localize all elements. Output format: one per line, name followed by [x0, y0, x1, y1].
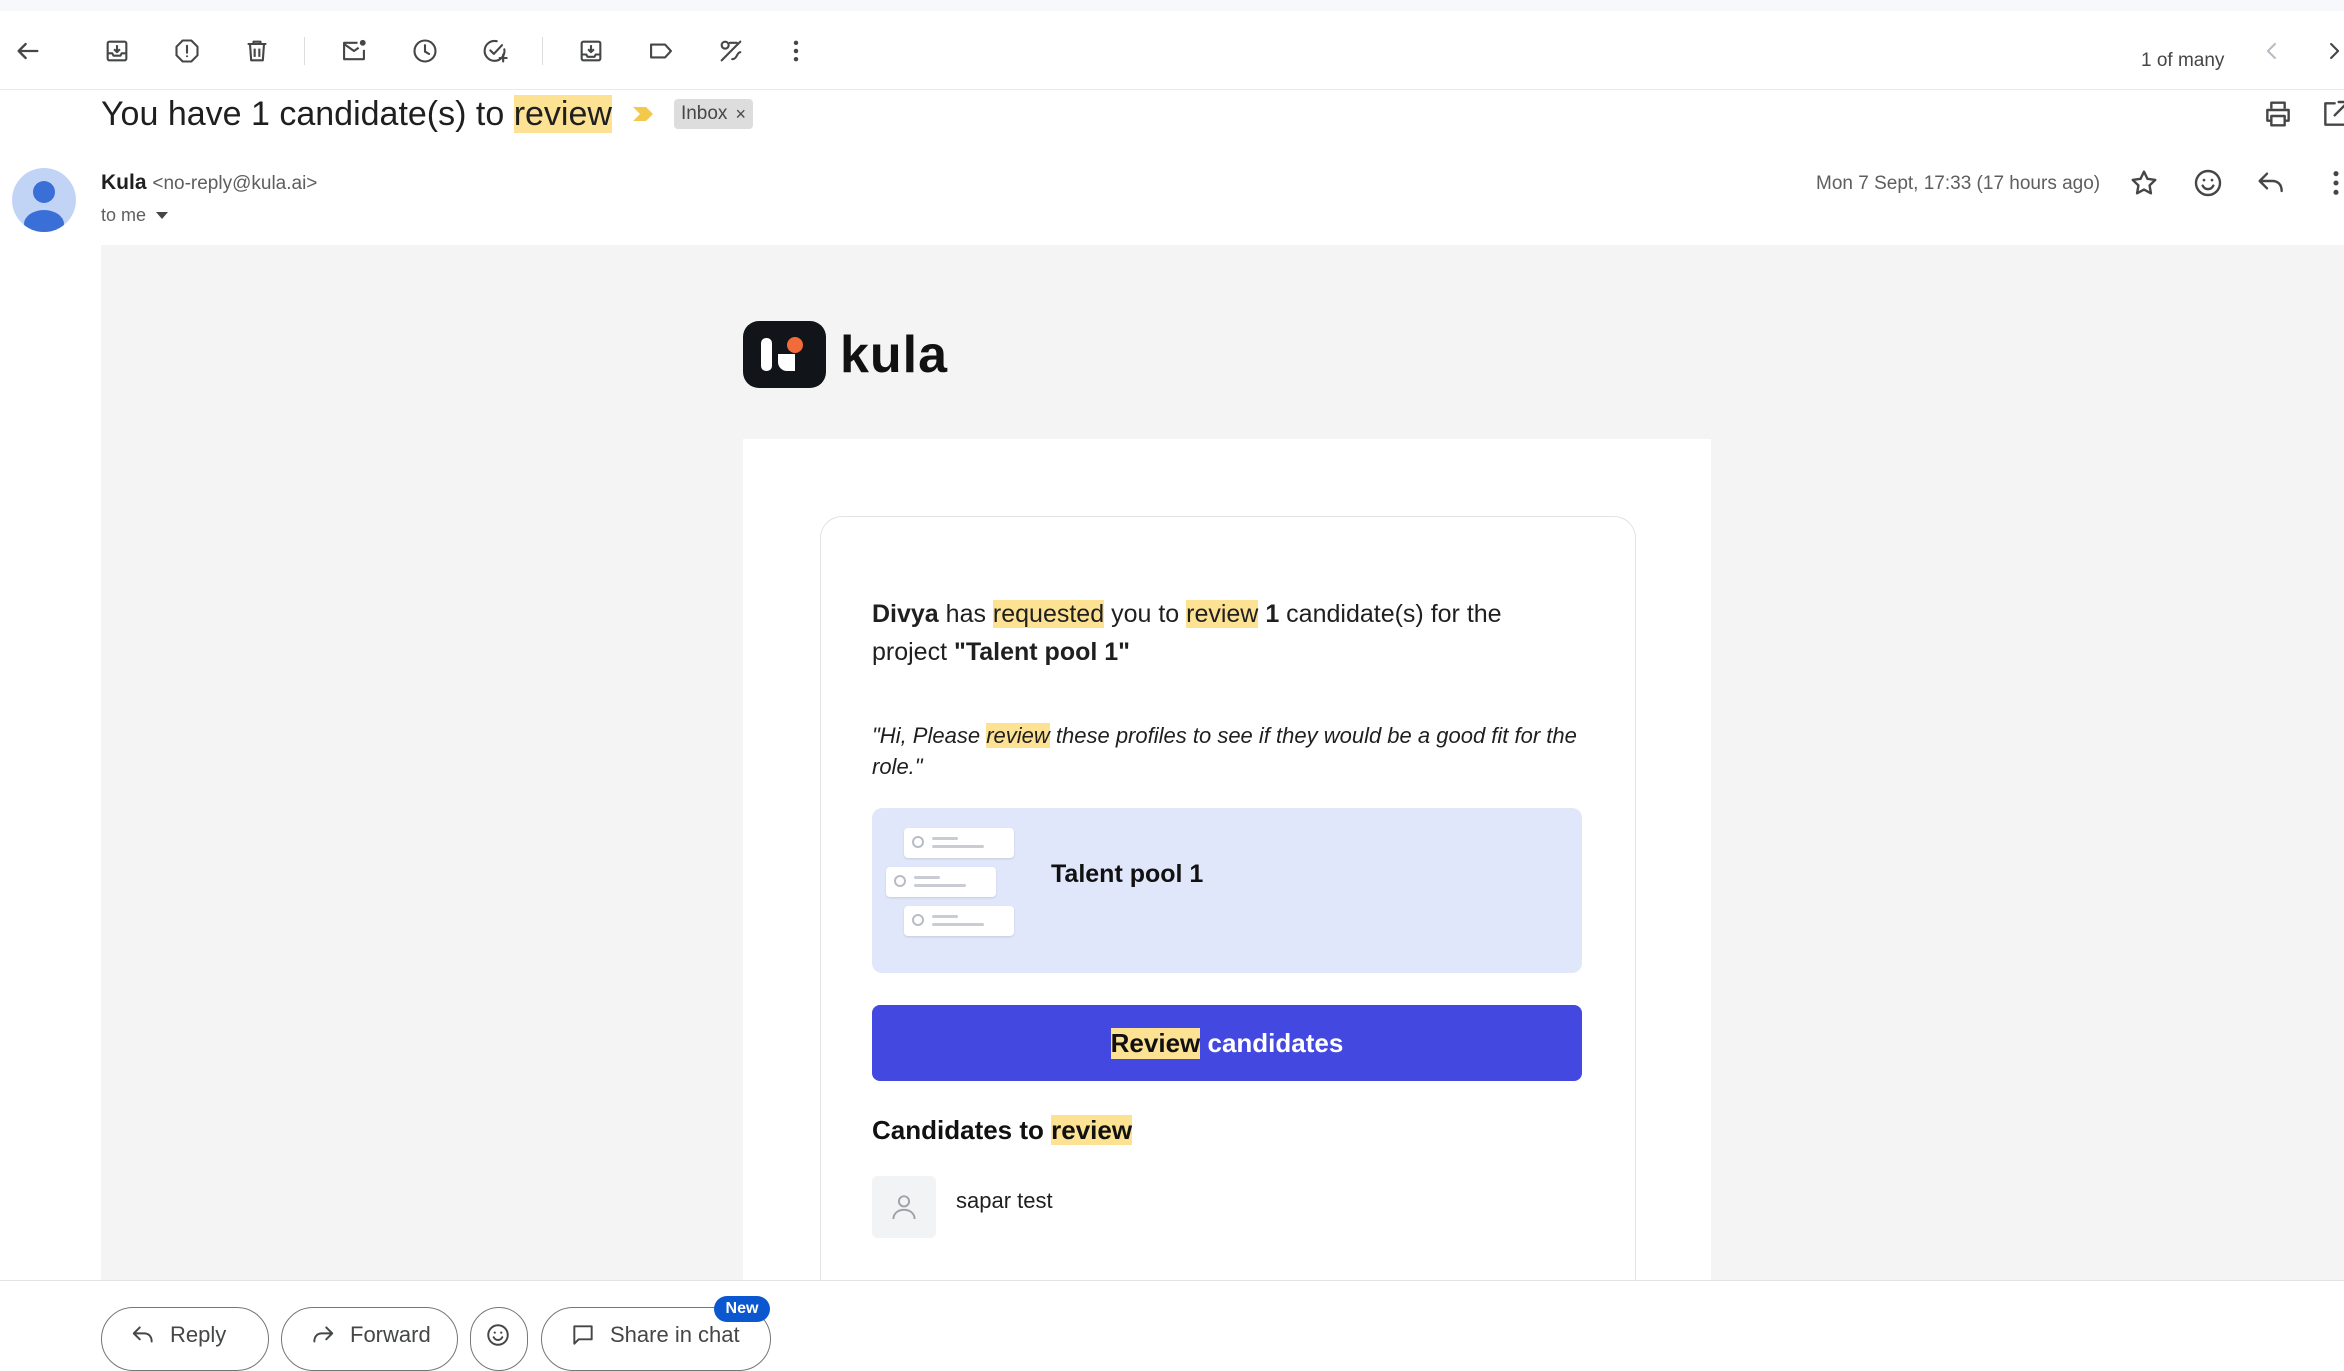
reply-label: Reply — [170, 1322, 227, 1347]
remove-label-icon[interactable]: × — [735, 104, 746, 125]
emoji-reaction-icon[interactable] — [2192, 167, 2224, 199]
search-highlight: requested — [992, 600, 1105, 628]
star-icon[interactable] — [2128, 167, 2160, 199]
back-arrow-icon[interactable] — [12, 35, 44, 67]
filter-messages-icon[interactable] — [715, 35, 747, 67]
subject-title: You have 1 candidate(s) to review — [101, 94, 612, 134]
requester-message-quote: "Hi, Please review these profiles to see… — [872, 720, 1592, 782]
profile-card-illustration — [886, 867, 996, 897]
requester-name: Divya — [872, 600, 939, 628]
mark-unread-icon[interactable] — [338, 35, 370, 67]
button-search-highlight: Review — [1110, 1027, 1201, 1059]
emoji-react-button[interactable] — [470, 1307, 528, 1371]
subject-row: You have 1 candidate(s) to review Inbox × — [101, 89, 753, 139]
new-feature-badge: New — [714, 1296, 770, 1322]
subject-text-prefix: You have 1 candidate(s) to — [101, 94, 514, 133]
sender-avatar[interactable] — [12, 168, 76, 232]
newer-chevron-icon[interactable] — [2256, 35, 2288, 67]
message-more-options-icon[interactable] — [2320, 167, 2344, 199]
older-chevron-icon[interactable] — [2318, 35, 2344, 67]
reply-button[interactable]: Reply — [101, 1307, 269, 1371]
review-request-text: Divya has requested you to review 1 cand… — [872, 595, 1552, 671]
toolbar-divider — [542, 37, 543, 65]
profile-card-illustration — [904, 828, 1014, 858]
archive-icon[interactable] — [101, 35, 133, 67]
heading-text: Candidates to — [872, 1115, 1052, 1145]
forward-button[interactable]: Forward — [281, 1307, 458, 1371]
kula-logo-text: kula — [840, 325, 949, 384]
open-in-new-window-icon[interactable] — [2320, 98, 2344, 130]
share-in-chat-label: Share in chat — [610, 1322, 740, 1347]
top-strip — [0, 0, 2344, 11]
candidates-heading: Candidates to review — [872, 1115, 1133, 1146]
search-highlight: review — [1051, 1115, 1133, 1145]
chat-bubble-icon — [573, 1325, 593, 1345]
kula-logo-mark — [743, 321, 826, 388]
move-to-icon[interactable] — [575, 35, 607, 67]
profile-card-illustration — [904, 906, 1014, 936]
candidate-avatar-icon — [872, 1176, 936, 1238]
intro-text: you to — [1104, 600, 1187, 628]
candidate-count: 1 — [1265, 600, 1280, 628]
quote-text: "Hi, Please — [872, 723, 987, 748]
talent-pool-name: Talent pool 1 — [1051, 860, 1204, 888]
print-icon[interactable] — [2262, 98, 2294, 130]
importance-marker-icon[interactable] — [632, 106, 654, 122]
report-spam-icon[interactable] — [171, 35, 203, 67]
add-to-tasks-icon[interactable] — [479, 35, 511, 67]
search-highlight: review — [986, 723, 1050, 748]
search-highlight: review — [1186, 600, 1259, 628]
sender-line: Kula <no-reply@kula.ai> — [101, 171, 317, 195]
reply-icon[interactable] — [2255, 167, 2287, 199]
caret-down-icon — [156, 212, 169, 219]
snooze-clock-icon[interactable] — [409, 35, 441, 67]
pager-count: 1 of many — [2141, 50, 2225, 71]
message-toolbar: 1 of many — [0, 11, 2344, 90]
label-chip-text: Inbox — [680, 103, 728, 124]
review-candidates-button[interactable]: Review candidates — [872, 1005, 1582, 1081]
forward-label: Forward — [350, 1322, 431, 1347]
button-label: candidates — [1200, 1027, 1344, 1058]
recipient-details-toggle[interactable]: to me — [101, 205, 169, 226]
project-name: "Talent pool 1" — [953, 638, 1131, 666]
sender-email: <no-reply@kula.ai> — [152, 173, 318, 194]
subject-search-highlight: review — [513, 94, 612, 133]
more-options-icon[interactable] — [780, 35, 812, 67]
sender-name[interactable]: Kula — [101, 171, 147, 194]
emoji-icon — [487, 1324, 509, 1346]
toolbar-divider — [304, 37, 305, 65]
forward-icon — [313, 1326, 334, 1343]
candidate-name[interactable]: sapar test — [956, 1188, 1053, 1214]
reply-icon — [132, 1326, 153, 1343]
label-tag-icon[interactable] — [645, 35, 677, 67]
intro-text: has — [938, 600, 993, 628]
delete-trash-icon[interactable] — [241, 35, 273, 67]
message-date: Mon 7 Sept, 17:33 (17 hours ago) — [1816, 173, 2101, 194]
recipient-text: to me — [101, 205, 147, 225]
kula-logo: kula — [743, 321, 948, 388]
inbox-label-chip: Inbox × — [673, 99, 753, 129]
